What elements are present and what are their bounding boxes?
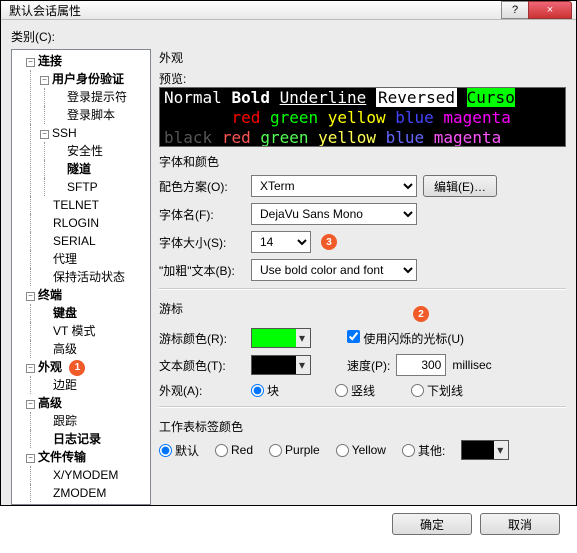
tree-keepalive[interactable]: 保持活动状态 (40, 268, 150, 286)
window-buttons: ? × (502, 1, 572, 19)
tree-appearance[interactable]: −外观 1 边距 (26, 358, 150, 394)
cancel-button[interactable]: 取消 (480, 513, 560, 535)
collapse-icon[interactable]: − (40, 76, 49, 85)
tree-ssh[interactable]: −SSH 安全性 隧道 SFTP (40, 124, 150, 196)
shape-block-radio[interactable]: 块 (251, 382, 279, 399)
tree-tunnel[interactable]: 隧道 (54, 160, 150, 178)
category-label: 类别(C): (11, 28, 566, 45)
category-tree[interactable]: −连接 −用户身份验证 登录提示符 登录脚本 −SSH 安全性 (11, 49, 151, 505)
tree-sftp[interactable]: SFTP (54, 178, 150, 196)
blink-checkbox[interactable]: 使用闪烁的光标(U) (347, 330, 464, 347)
chevron-down-icon: ▾ (494, 443, 506, 457)
tree-vtmode[interactable]: VT 模式 (40, 322, 150, 340)
collapse-icon[interactable]: − (26, 364, 35, 373)
tree-advanced-t[interactable]: 高级 (40, 340, 150, 358)
shape-vbar-radio[interactable]: 竖线 (335, 382, 375, 399)
tree-xymodem[interactable]: X/YMODEM (40, 466, 150, 484)
chevron-down-icon: ▾ (296, 331, 308, 345)
tab-other-radio[interactable]: 其他: (402, 442, 445, 459)
cursor-color-label: 游标颜色(R): (159, 330, 245, 347)
tree-login-script[interactable]: 登录脚本 (54, 106, 150, 124)
speed-input[interactable] (396, 354, 446, 376)
tree-rlogin[interactable]: RLOGIN (40, 214, 150, 232)
tab-color-label: 工作表标签颜色 (159, 418, 566, 435)
collapse-icon[interactable]: − (26, 454, 35, 463)
tab-purple-radio[interactable]: Purple (269, 443, 320, 457)
tree-zmodem[interactable]: ZMODEM (40, 484, 150, 502)
tree-login-prompt[interactable]: 登录提示符 (54, 88, 150, 106)
cursor-group-label: 游标 (159, 300, 566, 317)
content: 类别(C): −连接 −用户身份验证 登录提示符 登录脚本 −SSH (1, 20, 576, 553)
fontname-label: 字体名(F): (159, 206, 245, 223)
shape-underline-radio[interactable]: 下划线 (411, 382, 463, 399)
boldtext-label: "加粗"文本(B): (159, 262, 245, 279)
panel-title: 外观 (159, 49, 566, 66)
tree-file-transfer[interactable]: −文件传输 X/YMODEM ZMODEM (26, 448, 150, 502)
tree-margin[interactable]: 边距 (40, 376, 150, 394)
tab-red-radio[interactable]: Red (215, 443, 253, 457)
body: −连接 −用户身份验证 登录提示符 登录脚本 −SSH 安全性 (11, 49, 566, 505)
preview-label: 预览: (159, 70, 566, 87)
boldtext-select[interactable]: Use bold color and font (251, 259, 417, 281)
tab-other-color-picker[interactable]: ▾ (461, 440, 509, 460)
close-button[interactable]: × (528, 1, 572, 19)
tree-terminal[interactable]: −终端 键盘 VT 模式 高级 (26, 286, 150, 358)
help-button[interactable]: ? (501, 1, 529, 19)
text-color-label: 文本颜色(T): (159, 357, 245, 374)
ok-button[interactable]: 确定 (392, 513, 472, 535)
tree-advanced[interactable]: −高级 跟踪 日志记录 (26, 394, 150, 448)
tree-auth[interactable]: −用户身份验证 登录提示符 登录脚本 (40, 70, 150, 124)
annotation-2: 2 (413, 306, 429, 322)
settings-panel: 外观 预览: Normal Bold Underline Reversed Cu… (159, 49, 566, 505)
collapse-icon[interactable]: − (26, 400, 35, 409)
tree-trace[interactable]: 跟踪 (40, 412, 150, 430)
window-title: 默认会话属性 (9, 2, 502, 19)
dialog-footer: 确定 取消 (11, 505, 566, 543)
collapse-icon[interactable]: − (40, 130, 49, 139)
tree-logging[interactable]: 日志记录 (40, 430, 150, 448)
speed-label: 速度(P): (347, 357, 390, 374)
scheme-label: 配色方案(O): (159, 178, 245, 195)
preview-box: Normal Bold Underline Reversed Curso red… (159, 87, 566, 147)
edit-scheme-button[interactable]: 编辑(E)… (423, 175, 497, 197)
fontsize-label: 字体大小(S): (159, 234, 245, 251)
cursor-color-picker[interactable]: ▾ (251, 328, 311, 348)
tree-proxy[interactable]: 代理 (40, 250, 150, 268)
fontsize-select[interactable]: 14 (251, 231, 311, 253)
tree-keyboard[interactable]: 键盘 (40, 304, 150, 322)
annotation-3: 3 (321, 234, 337, 250)
tree-serial[interactable]: SERIAL (40, 232, 150, 250)
collapse-icon[interactable]: − (26, 292, 35, 301)
tree-security[interactable]: 安全性 (54, 142, 150, 160)
font-colors-label: 字体和颜色 (159, 153, 566, 170)
annotation-1: 1 (69, 360, 85, 376)
tab-yellow-radio[interactable]: Yellow (336, 443, 386, 457)
collapse-icon[interactable]: − (26, 58, 35, 67)
tree-connect[interactable]: −连接 −用户身份验证 登录提示符 登录脚本 −SSH 安全性 (26, 52, 150, 286)
tab-default-radio[interactable]: 默认 (159, 442, 199, 459)
titlebar: 默认会话属性 ? × (1, 1, 576, 20)
speed-unit: millisec (452, 358, 491, 372)
scheme-select[interactable]: XTerm (251, 175, 417, 197)
dialog-window: 默认会话属性 ? × 类别(C): −连接 −用户身份验证 登录提示符 登录脚本 (0, 0, 577, 506)
tree-telnet[interactable]: TELNET (40, 196, 150, 214)
text-color-picker[interactable]: ▾ (251, 355, 311, 375)
shape-label: 外观(A): (159, 382, 245, 399)
chevron-down-icon: ▾ (296, 358, 308, 372)
fontname-select[interactable]: DejaVu Sans Mono (251, 203, 417, 225)
